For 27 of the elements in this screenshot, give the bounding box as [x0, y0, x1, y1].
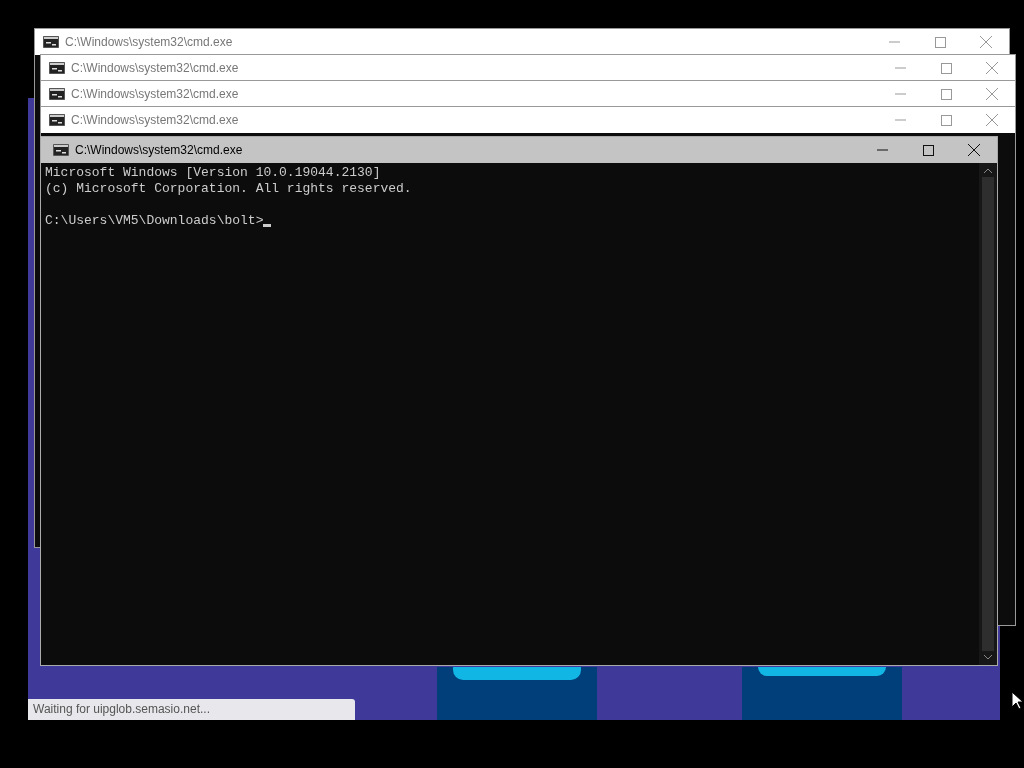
window-title: C:\Windows\system32\cmd.exe: [71, 86, 239, 103]
console-icon: [49, 114, 65, 126]
scrollbar[interactable]: [979, 163, 997, 665]
window-title: C:\Windows\system32\cmd.exe: [71, 60, 239, 77]
console-icon: [49, 62, 65, 74]
learn-more-button[interactable]: [453, 667, 581, 680]
minimize-icon[interactable]: [894, 93, 906, 95]
minimize-icon[interactable]: [876, 149, 888, 151]
console-line: (c) Microsoft Corporation. All rights reserved.: [45, 181, 412, 197]
console-icon: [43, 36, 59, 48]
console-icon: [49, 88, 65, 100]
text-cursor: [263, 224, 272, 227]
console-icon: [53, 144, 69, 156]
scroll-up-icon[interactable]: [983, 167, 993, 175]
window-title: C:\Windows\system32\cmd.exe: [71, 112, 239, 129]
console-line: Microsoft Windows [Version 10.0.19044.2130]: [45, 165, 381, 181]
promo-button[interactable]: [758, 667, 886, 676]
minimize-icon[interactable]: [888, 41, 900, 43]
minimize-icon[interactable]: [894, 67, 906, 69]
window-title: C:\Windows\system32\cmd.exe: [75, 142, 243, 159]
close-icon[interactable]: [968, 144, 980, 156]
maximize-icon[interactable]: [922, 144, 934, 156]
window-title: C:\Windows\system32\cmd.exe: [65, 34, 233, 51]
minimize-icon[interactable]: [894, 119, 906, 121]
command-prompt: C:\Users\VM5\Downloads\bolt>: [45, 213, 264, 229]
status-bar: Waiting for uipglob.semasio.net...: [28, 699, 355, 720]
scroll-down-icon[interactable]: [983, 653, 993, 661]
